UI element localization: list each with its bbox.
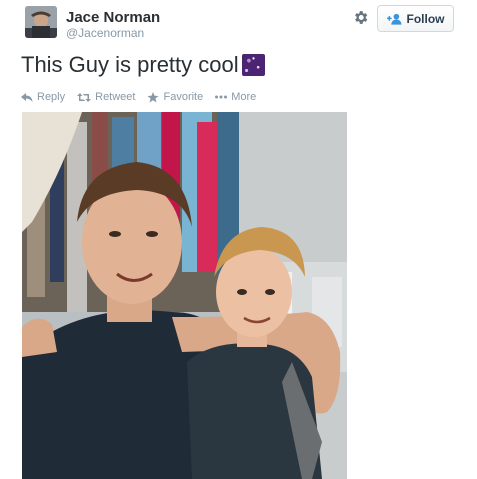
more-label: More bbox=[231, 91, 257, 103]
reply-label: Reply bbox=[37, 91, 66, 103]
milky-way-emoji-icon bbox=[241, 54, 265, 76]
more-dots-icon bbox=[215, 95, 228, 99]
avatar[interactable] bbox=[25, 6, 57, 38]
tweet-text: This Guy is pretty cool bbox=[21, 52, 265, 78]
reply-icon bbox=[21, 92, 33, 102]
favorite-label: Favorite bbox=[163, 91, 204, 103]
more-action[interactable]: More bbox=[215, 91, 256, 103]
tweet-text-content: This Guy is pretty cool bbox=[21, 52, 239, 77]
follow-user-icon bbox=[386, 13, 402, 25]
tweet-actions: Reply Retweet Favorite More bbox=[21, 91, 256, 103]
avatar-image bbox=[25, 6, 57, 38]
follow-button[interactable]: Follow bbox=[377, 5, 454, 32]
selfie-photo-image bbox=[22, 112, 347, 479]
reply-action[interactable]: Reply bbox=[21, 91, 65, 103]
retweet-label: Retweet bbox=[95, 91, 136, 103]
retweet-action[interactable]: Retweet bbox=[77, 91, 135, 103]
gear-icon[interactable] bbox=[352, 9, 369, 26]
follow-button-label: Follow bbox=[406, 11, 445, 26]
user-name[interactable]: Jace Norman bbox=[66, 9, 160, 26]
star-icon bbox=[147, 91, 159, 102]
favorite-action[interactable]: Favorite bbox=[147, 91, 203, 103]
retweet-icon bbox=[77, 92, 92, 102]
user-handle[interactable]: @Jacenorman bbox=[66, 26, 144, 40]
tweet-photo[interactable] bbox=[22, 112, 347, 479]
